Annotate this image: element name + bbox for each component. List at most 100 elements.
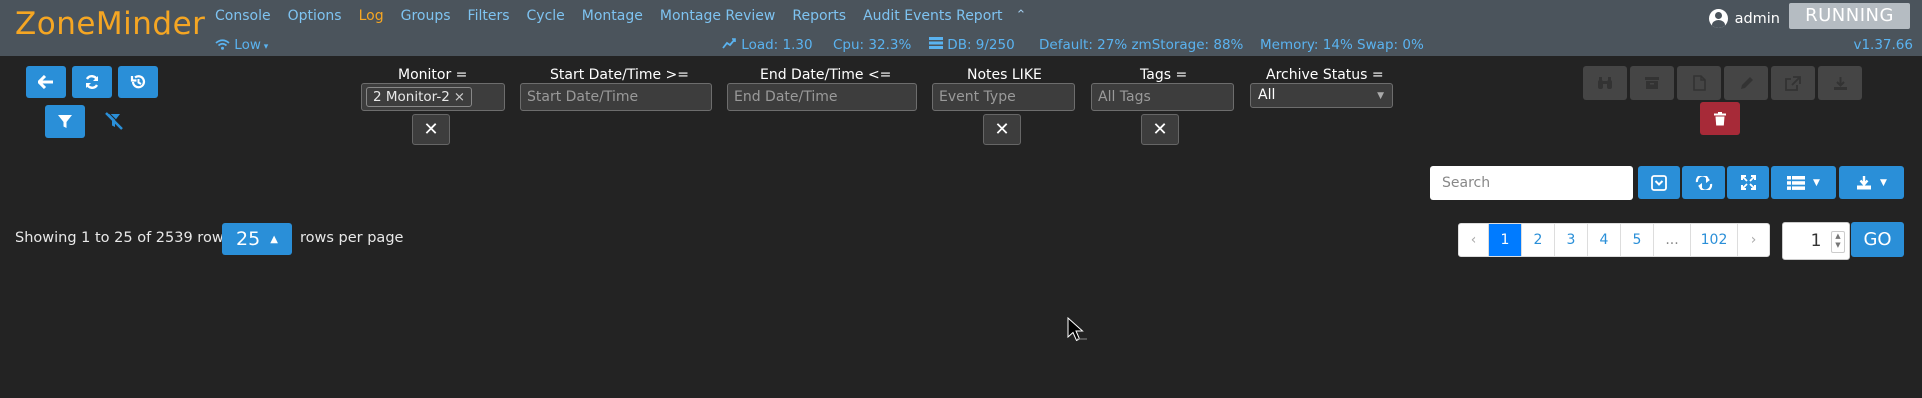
- sync-icon: [1695, 175, 1712, 190]
- notes-filter-label: Notes LIKE: [967, 67, 1042, 83]
- fullscreen-icon: [1740, 175, 1756, 190]
- monitor-filter-label: Monitor =: [398, 67, 468, 83]
- goto-page-value: 1: [1810, 231, 1822, 251]
- auto-refresh-button[interactable]: [1682, 166, 1725, 199]
- toggle-filter-button[interactable]: [1638, 166, 1680, 199]
- filter-icon: [58, 114, 72, 128]
- edit-button[interactable]: [1724, 66, 1768, 100]
- caret-down-icon: ▼: [1813, 177, 1820, 188]
- username: admin: [1734, 10, 1780, 27]
- archive-icon: [1645, 77, 1659, 89]
- toggle-icon: [1651, 174, 1667, 191]
- nav-options[interactable]: Options: [288, 8, 342, 24]
- nav-audit-events-report[interactable]: Audit Events Report: [863, 8, 1002, 24]
- rows-summary: Showing 1 to 25 of 2539 rows: [15, 230, 232, 246]
- file-icon: [1692, 75, 1706, 91]
- memory-stat: Memory: 14% Swap: 0%: [1260, 37, 1424, 53]
- page-5[interactable]: 5: [1621, 224, 1654, 256]
- history-icon: [130, 75, 146, 89]
- page-102[interactable]: 102: [1691, 224, 1738, 256]
- start-date-label: Start Date/Time >=: [550, 67, 690, 83]
- nav-reports[interactable]: Reports: [792, 8, 846, 24]
- filter-clear-icon: [105, 111, 124, 130]
- archive-status-value: All: [1258, 87, 1276, 103]
- page-1[interactable]: 1: [1489, 224, 1522, 256]
- fullscreen-button[interactable]: [1727, 166, 1769, 199]
- page-prev[interactable]: ‹: [1459, 224, 1489, 256]
- nav-filters[interactable]: Filters: [468, 8, 510, 24]
- end-date-label: End Date/Time <=: [760, 67, 892, 83]
- chevron-down-icon: ▼: [1377, 91, 1384, 101]
- page-3[interactable]: 3: [1555, 224, 1588, 256]
- nav-groups[interactable]: Groups: [401, 8, 451, 24]
- trash-icon: [1714, 111, 1726, 125]
- columns-button[interactable]: ▼: [1771, 166, 1836, 199]
- caret-down-icon: ▼: [1880, 177, 1887, 188]
- edit-icon: [1740, 76, 1753, 89]
- page-size-value: 25: [236, 228, 261, 250]
- cpu-stat: Cpu: 32.3%: [833, 37, 912, 53]
- back-button[interactable]: [26, 66, 66, 98]
- archive-button[interactable]: [1630, 66, 1674, 100]
- page-size-button[interactable]: 25 ▲: [222, 223, 292, 255]
- page-next[interactable]: ›: [1738, 224, 1769, 256]
- nav-cycle[interactable]: Cycle: [527, 8, 565, 24]
- binoculars-icon: [1598, 77, 1612, 89]
- download-button[interactable]: [1818, 66, 1862, 100]
- page-4[interactable]: 4: [1588, 224, 1621, 256]
- delete-button[interactable]: [1700, 102, 1740, 135]
- page-spinner[interactable]: ▲ ▼: [1831, 231, 1845, 253]
- unarchive-button[interactable]: [1677, 66, 1721, 100]
- history-button[interactable]: [118, 66, 158, 98]
- clear-filter-button[interactable]: [104, 111, 126, 132]
- caret-up-icon: ▲: [270, 233, 278, 245]
- monitor-chip: 2 Monitor-2 ×: [366, 87, 473, 107]
- storage-stat: Default: 27% zmStorage: 88%: [1039, 37, 1244, 53]
- nav-montage-review[interactable]: Montage Review: [660, 8, 776, 24]
- run-state-button[interactable]: RUNNING: [1789, 3, 1910, 29]
- archive-status-select[interactable]: All ▼: [1250, 83, 1393, 108]
- load-chart-icon: [722, 38, 736, 49]
- export-table-button[interactable]: ▼: [1839, 166, 1904, 199]
- search-input[interactable]: Search: [1430, 166, 1633, 200]
- nav-collapse-icon[interactable]: ⌃: [1016, 8, 1027, 24]
- main-nav: Console Options Log Groups Filters Cycle…: [215, 8, 1043, 24]
- back-arrow-icon: [38, 75, 53, 89]
- tags-filter-input[interactable]: All Tags: [1091, 83, 1234, 111]
- database-icon: [929, 37, 943, 49]
- goto-page-input[interactable]: 1 ▲ ▼: [1782, 222, 1850, 260]
- export-button[interactable]: [1771, 66, 1815, 100]
- page-ellipsis: ...: [1654, 224, 1691, 256]
- download-icon: [1857, 176, 1872, 190]
- page-2[interactable]: 2: [1522, 224, 1555, 256]
- user-menu[interactable]: admin: [1708, 9, 1780, 28]
- tags-filter-label: Tags =: [1140, 67, 1188, 83]
- chip-remove-icon[interactable]: ×: [454, 89, 465, 105]
- export-icon: [1785, 75, 1801, 91]
- refresh-icon: [85, 75, 99, 89]
- nav-console[interactable]: Console: [215, 8, 271, 24]
- archive-status-label: Archive Status =: [1266, 67, 1384, 83]
- monitor-chip-label: 2 Monitor-2: [373, 89, 450, 105]
- version-label[interactable]: v1.37.66: [1853, 37, 1913, 53]
- monitor-clear-button[interactable]: ✕: [412, 114, 450, 145]
- refresh-button[interactable]: [72, 66, 112, 98]
- start-date-input[interactable]: Start Date/Time: [520, 83, 712, 111]
- view-button[interactable]: [1583, 66, 1627, 100]
- bandwidth-selector[interactable]: Low ▾: [215, 37, 268, 53]
- db-stat: DB: 9/250: [929, 37, 1015, 53]
- nav-montage[interactable]: Montage: [582, 8, 643, 24]
- notes-filter-input[interactable]: Event Type: [932, 83, 1075, 111]
- app-logo[interactable]: ZoneMinder: [15, 6, 205, 42]
- end-date-input[interactable]: End Date/Time: [727, 83, 917, 111]
- go-button[interactable]: GO: [1851, 222, 1904, 257]
- tags-clear-button[interactable]: ✕: [1141, 114, 1179, 145]
- filter-button[interactable]: [45, 105, 85, 138]
- monitor-filter-input[interactable]: 2 Monitor-2 ×: [361, 83, 505, 111]
- nav-log[interactable]: Log: [359, 8, 384, 24]
- list-icon: [1787, 175, 1806, 190]
- wifi-icon: [215, 39, 230, 50]
- notes-clear-button[interactable]: ✕: [983, 114, 1021, 145]
- pagination: ‹ 1 2 3 4 5 ... 102 ›: [1458, 223, 1770, 257]
- rows-per-page-label: rows per page: [300, 230, 404, 246]
